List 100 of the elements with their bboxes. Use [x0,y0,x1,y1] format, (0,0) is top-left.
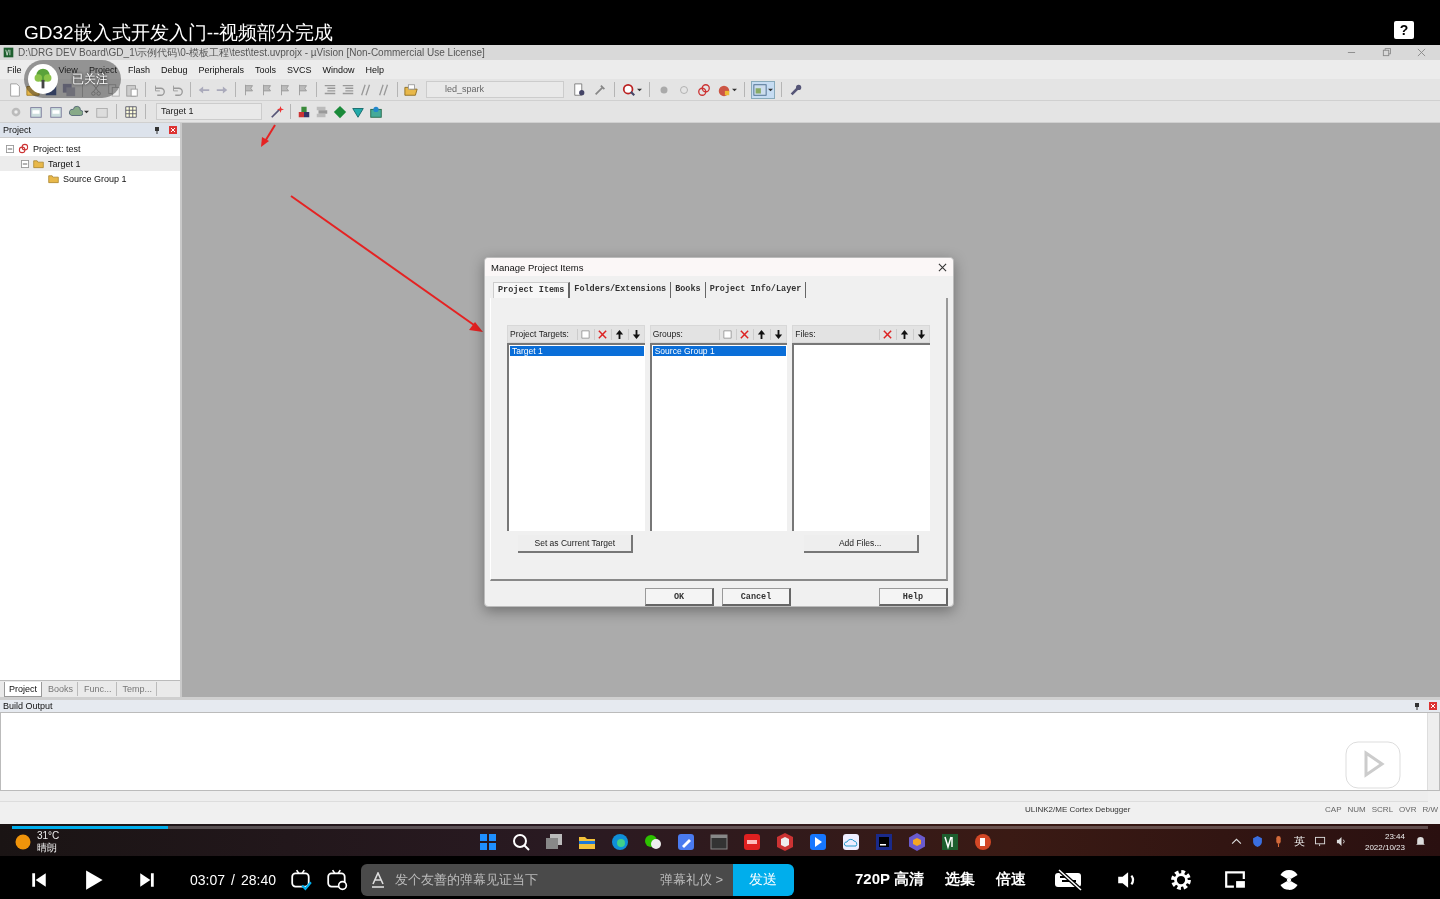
tree-item[interactable]: Project: test [33,143,81,154]
dialog-tab[interactable]: Books [671,282,706,299]
panel-tab[interactable]: Func... [80,682,117,696]
action-button[interactable]: Set as Current Target [518,535,634,554]
close-icon[interactable] [938,262,947,272]
restore-icon[interactable] [1382,48,1391,57]
list-box[interactable] [792,343,930,532]
panel-tab[interactable]: Temp... [118,682,158,696]
copy-icon[interactable] [107,82,121,97]
status-indicator: R/W [1422,804,1438,814]
menu-item[interactable]: File [7,64,22,75]
move-up-icon[interactable] [753,328,768,340]
rings-icon[interactable] [696,81,712,98]
list-box[interactable]: Source Group 1 [649,343,788,532]
config-dropdown[interactable]: led_spark [426,81,564,98]
scrollbar[interactable] [1427,713,1439,790]
terminal-icon[interactable] [709,831,729,852]
move-up-icon[interactable] [896,328,910,340]
subtitle-off-icon[interactable] [1053,868,1084,891]
dialog-tab[interactable]: Project Info/Layer [705,282,807,299]
pin-icon[interactable] [1413,702,1421,710]
expander-icon[interactable] [6,144,14,153]
dialog-button[interactable]: Help [879,588,948,606]
menu-item[interactable]: View [58,64,78,75]
menu-item[interactable]: SVCS [287,64,312,75]
wand-icon[interactable] [270,104,284,119]
status-indicator: CAP [1325,804,1342,814]
tree-item[interactable]: Source Group 1 [63,173,127,184]
target-dropdown[interactable]: Target 1 [156,103,262,120]
weather-condition: 晴朗 [37,841,58,854]
episodes-button[interactable]: 选集 [944,870,975,889]
menu-item[interactable]: Help [365,64,385,75]
dialog-button[interactable]: Cancel [722,588,791,606]
avatar-icon [28,64,58,94]
list-item[interactable]: Source Group 1 [652,346,787,357]
diamond-icon[interactable] [333,104,347,119]
move-down-icon[interactable] [627,328,642,340]
ide-icon[interactable] [874,831,894,852]
danmaku-settings-icon[interactable] [326,868,348,891]
clock-time: 23:44 [1384,830,1405,842]
dialog-tab[interactable]: Project Items [493,282,571,299]
panel-tab[interactable]: Project [4,681,42,697]
danmaku-input[interactable]: 发个友善的弹幕见证当下 弹幕礼仪 > [361,863,733,896]
menu-item[interactable]: Flash [127,64,150,75]
app-icon[interactable] [742,831,762,852]
delete-icon[interactable] [879,328,893,340]
search-icon[interactable] [621,81,643,98]
speed-button[interactable]: 倍速 [995,870,1026,889]
tree-item[interactable]: Target 1 [48,158,81,169]
blocks-icon[interactable] [297,104,311,119]
hexagon-icon[interactable] [907,831,927,852]
search-icon[interactable] [511,831,531,852]
speaker-icon[interactable] [1335,836,1347,847]
open-folder-icon[interactable] [404,82,418,97]
slides-icon[interactable] [973,831,993,852]
input-language[interactable]: 英 [1293,834,1305,849]
arrow-app-icon[interactable] [808,831,828,852]
pin-icon[interactable] [153,126,161,134]
grid-icon[interactable] [123,103,139,120]
text-style-icon[interactable] [371,871,385,888]
menu-item[interactable]: Project [88,64,117,75]
list-box[interactable]: Target 1 [507,343,645,532]
browser-icon[interactable] [610,831,630,852]
menu-item[interactable]: Debug [160,64,188,75]
shield-icon[interactable] [1251,836,1263,847]
action-button[interactable]: Add Files... [803,535,919,554]
settings-icon[interactable] [1169,868,1192,891]
delete-icon[interactable] [736,328,751,340]
keil-app-icon[interactable] [940,831,960,852]
bell-icon[interactable] [1415,836,1426,847]
list-item[interactable]: Target 1 [510,346,644,357]
dialog-button[interactable]: OK [645,588,714,606]
panel-tab[interactable]: Books [44,682,79,696]
previous-icon[interactable] [30,870,48,889]
danmaku-on-icon[interactable] [290,868,312,891]
menu-item[interactable]: Peripherals [198,64,244,75]
move-down-icon[interactable] [913,328,927,340]
windows-icon[interactable] [478,831,498,852]
monitor-icon[interactable] [1314,836,1326,847]
move-up-icon[interactable] [610,328,625,340]
menu-item[interactable]: Window [322,64,355,75]
windows-stack-icon[interactable] [544,831,564,852]
expander-icon[interactable] [21,159,29,168]
cube-icon[interactable] [775,831,795,852]
package-icon[interactable] [369,104,383,119]
next-icon[interactable] [138,870,156,889]
chevron-up-icon[interactable] [1230,836,1242,847]
help-button[interactable]: ? [1394,21,1414,39]
etiquette-link[interactable]: 弹幕礼仪 > [659,870,733,889]
app-icon [3,47,14,58]
note-icon[interactable] [676,831,696,852]
menu-item[interactable]: Tools [254,64,276,75]
dialog-tab[interactable]: Folders/Extensions [570,282,672,299]
quality-button[interactable]: 720P 高清 [855,870,924,889]
paste-icon[interactable] [125,82,139,97]
cloud-app-icon[interactable] [841,831,861,852]
picture-in-picture-icon[interactable] [1223,868,1246,891]
window-icon[interactable] [751,80,775,99]
delete-icon[interactable] [593,328,608,340]
window-title: D:\DRG DEV Board\GD_1\示例代码\0-模板工程\test\test.uvprojx - µVision [Non-Commercial Use License] [18,45,485,60]
